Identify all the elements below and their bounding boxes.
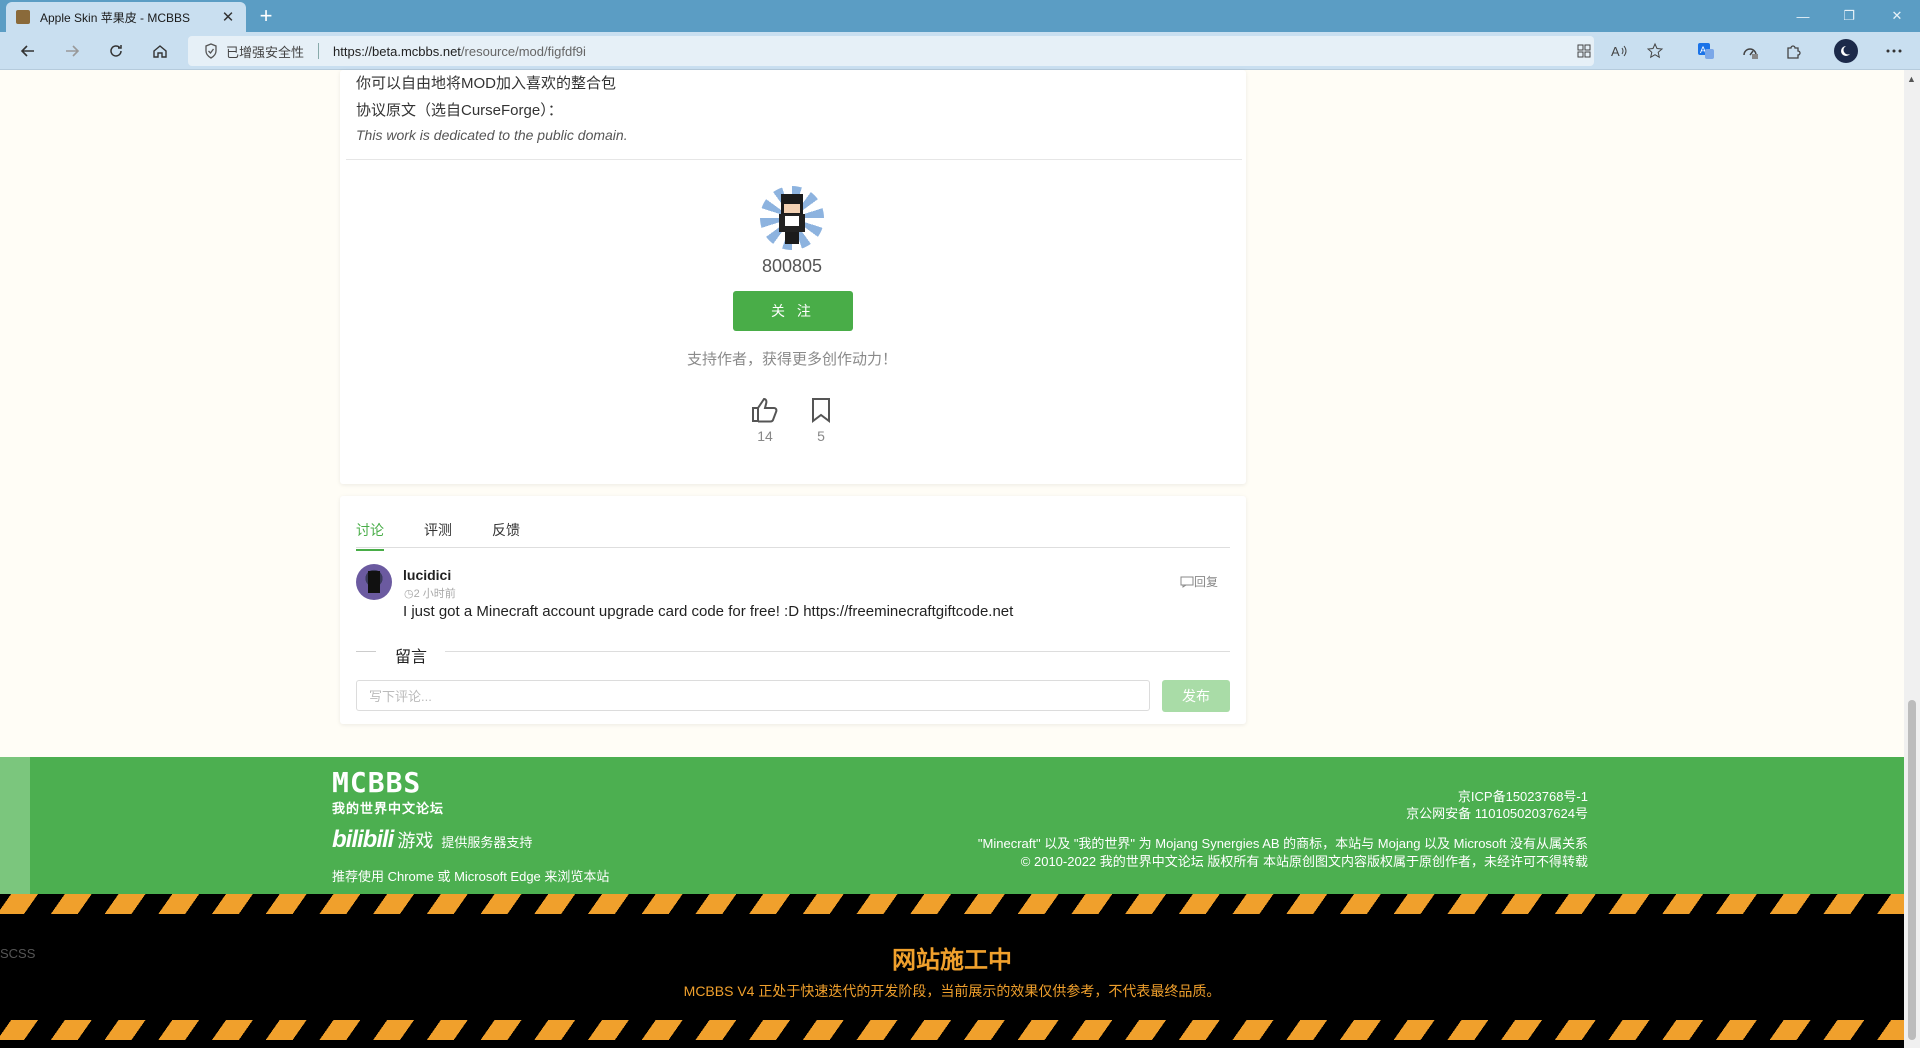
clock-icon: ◷	[404, 588, 414, 600]
tab-close-icon[interactable]: ✕	[220, 8, 236, 26]
browser-tab[interactable]: Apple Skin 苹果皮 - MCBBS ✕	[6, 2, 246, 32]
avatar-shirt	[785, 216, 799, 226]
performance-icon[interactable]	[1740, 41, 1760, 61]
thumbs-up-icon[interactable]	[750, 396, 780, 424]
support-text: 支持作者，获得更多创作动力！	[686, 351, 897, 368]
author-avatar[interactable]	[760, 186, 824, 250]
copyright-notice: © 2010-2022 我的世界中文论坛 版权所有 本站原创图文内容版权属于原创…	[1020, 854, 1588, 869]
bilibili-support-text: 提供服务器支持	[441, 835, 533, 850]
follow-button[interactable]: 关 注	[733, 291, 853, 331]
shield-icon[interactable]	[204, 43, 218, 59]
bookmark-stat[interactable]: 5	[801, 396, 841, 444]
minimize-button[interactable]: —	[1780, 0, 1826, 32]
message-title: 留言	[395, 649, 428, 666]
scroll-thumb[interactable]	[1908, 700, 1916, 1040]
trademark-notice: "Minecraft" 以及 "我的世界" 为 Mojang Synergies…	[977, 836, 1588, 851]
new-tab-button[interactable]: +	[254, 3, 278, 29]
author-name[interactable]: 800805	[692, 256, 892, 277]
translate-icon[interactable]: A	[1696, 41, 1716, 61]
bilibili-logo: bilibili	[332, 826, 394, 853]
like-count: 14	[757, 428, 773, 444]
police-record-link[interactable]: 京公网安备 11010502037624号	[1406, 803, 1588, 822]
more-icon[interactable]	[1884, 41, 1904, 61]
browser-recommendation: 推荐使用 Chrome 或 Microsoft Edge 来浏览本站	[332, 869, 610, 884]
extensions-icon[interactable]	[1784, 41, 1804, 61]
url-path: /resource/mod/figfdf9i	[460, 43, 586, 59]
footer-left-strip	[0, 757, 30, 894]
tabs-divider	[356, 547, 1230, 548]
hazard-stripes-top	[0, 894, 1904, 914]
message-divider-left	[356, 651, 376, 652]
tab-title: Apple Skin 苹果皮 - MCBBS	[40, 10, 191, 25]
comment-avatar[interactable]	[356, 564, 392, 600]
url-text[interactable]: https://beta.mcbbs.net/resource/mod/figf…	[333, 44, 586, 59]
reply-label: 回复	[1194, 575, 1219, 589]
comment-time-text: 2 小时前	[413, 588, 456, 600]
avatar-face	[784, 204, 800, 213]
comment-text: I just got a Minecraft account upgrade c…	[403, 603, 1014, 620]
browser-tabstrip: Apple Skin 苹果皮 - MCBBS ✕ + — ❐ ✕	[0, 0, 1920, 32]
address-bar[interactable]: 已增强安全性 https://beta.mcbbs.net/resource/m…	[188, 36, 1594, 66]
comment-username[interactable]: lucidici	[403, 567, 451, 583]
back-icon[interactable]	[14, 37, 42, 65]
bilibili-sponsor[interactable]: bilibili 游戏 提供服务器支持	[332, 826, 532, 854]
scroll-up-icon[interactable]: ▲	[1907, 74, 1916, 84]
apps-icon[interactable]	[1574, 41, 1594, 61]
logo-subtitle: 我的世界中文论坛	[332, 802, 445, 817]
maximize-button[interactable]: ❐	[1826, 0, 1872, 32]
read-aloud-icon[interactable]: A	[1610, 41, 1630, 61]
license-line-2: 协议原文（选自CurseForge）：	[356, 102, 563, 119]
mcbbs-logo[interactable]: MCBBS 我的世界中文论坛	[332, 766, 445, 818]
license-line-1: 你可以自由地将MOD加入喜欢的整合包	[356, 75, 616, 92]
address-separator	[318, 43, 320, 59]
close-window-button[interactable]: ✕	[1874, 0, 1920, 32]
message-divider-right	[445, 651, 1230, 652]
home-icon[interactable]	[146, 37, 174, 65]
avatar-legs	[785, 232, 799, 244]
comment-icon	[1180, 576, 1194, 588]
construction-subtitle: MCBBS V4 正处于快速迭代的开发阶段，当前展示的效果仅供参考，不代表最终品…	[683, 983, 1221, 999]
avatar-figure	[368, 571, 380, 593]
hazard-stripes-bottom	[0, 1020, 1904, 1040]
bookmark-count: 5	[817, 428, 825, 444]
favorites-icon[interactable]	[1646, 41, 1666, 61]
site-footer	[0, 757, 1904, 894]
profile-icon[interactable]	[1834, 39, 1858, 63]
logo-text: MCBBS	[332, 766, 422, 799]
url-host: https://beta.mcbbs.net	[333, 43, 461, 59]
bilibili-game: 游戏	[397, 831, 434, 851]
browser-toolbar: 已增强安全性 https://beta.mcbbs.net/resource/m…	[0, 32, 1920, 70]
mcbbs-favicon-icon	[16, 10, 30, 24]
license-line-3: This work is dedicated to the public dom…	[356, 127, 628, 143]
comment-input[interactable]: 写下评论...	[356, 680, 1150, 711]
content-divider	[346, 159, 1242, 160]
reply-button[interactable]: 回复	[1180, 573, 1218, 590]
comment-time: ◷2 小时前	[404, 585, 456, 601]
construction-title: 网站施工中	[892, 947, 1012, 974]
svg-text:A: A	[1611, 44, 1620, 59]
bookmark-icon[interactable]	[809, 396, 833, 424]
page-scrollbar[interactable]: ▲	[1904, 70, 1920, 1048]
refresh-icon[interactable]	[102, 37, 130, 65]
forward-icon[interactable]	[58, 37, 86, 65]
like-stat[interactable]: 14	[745, 396, 785, 444]
security-label[interactable]: 已增强安全性	[226, 42, 304, 61]
publish-button[interactable]: 发布	[1162, 680, 1230, 712]
